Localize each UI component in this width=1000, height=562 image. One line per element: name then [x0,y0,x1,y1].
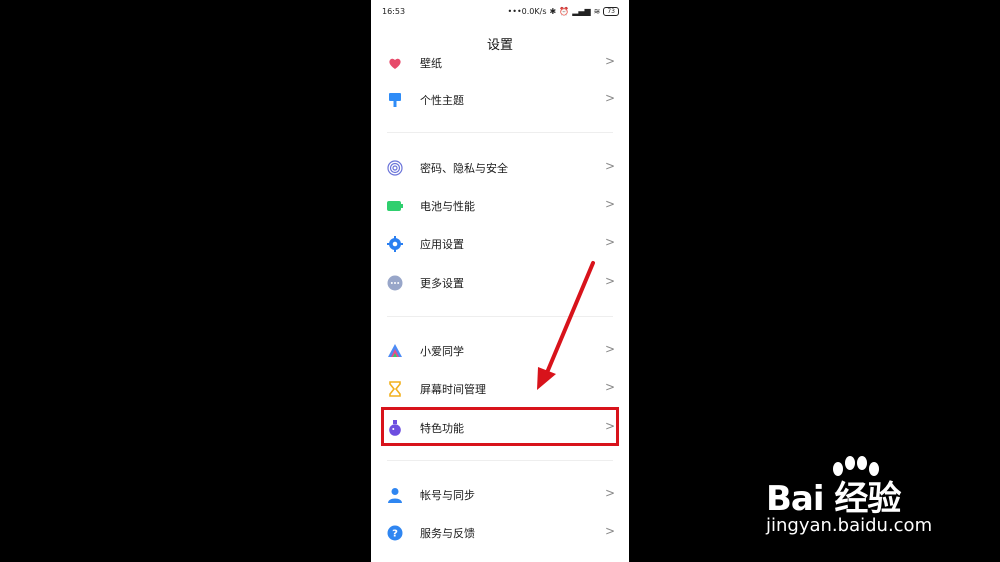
watermark: Bai 经验 jingyan.baidu.com [760,455,980,545]
watermark-brand: Bai 经验 [766,479,901,519]
watermark-url: jingyan.baidu.com [766,515,933,536]
